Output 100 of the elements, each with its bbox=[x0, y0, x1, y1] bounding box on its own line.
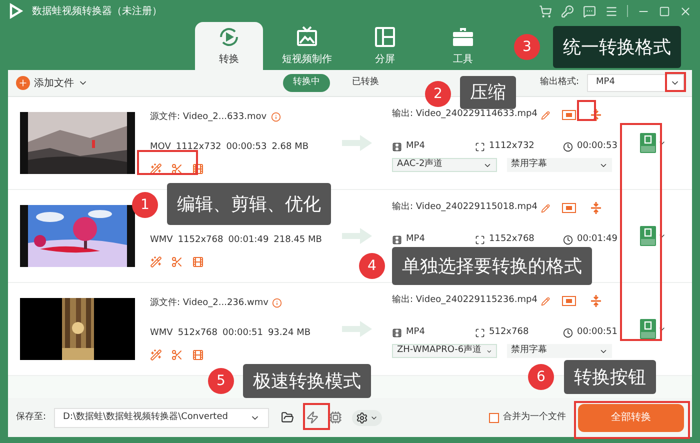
plus-icon bbox=[18, 78, 28, 88]
source-file-name: 源文件: Video_2...236.wmv bbox=[150, 296, 268, 310]
settings-icon bbox=[356, 412, 368, 424]
output-resolution: 512x768 bbox=[489, 326, 530, 339]
filter-tab[interactable]: 已转换 bbox=[342, 74, 389, 92]
app-logo-icon bbox=[8, 3, 24, 19]
film-icon bbox=[392, 234, 402, 244]
output-format: MP4 bbox=[406, 232, 426, 246]
film-icon[interactable] bbox=[562, 296, 576, 306]
edit-icon[interactable] bbox=[541, 296, 550, 306]
merge-checkbox[interactable] bbox=[489, 412, 499, 422]
output-duration: 00:01:49 bbox=[577, 232, 618, 246]
subtitle-dropdown[interactable]: 禁用字幕 bbox=[507, 344, 612, 358]
callout-label: 转换按钮 bbox=[564, 360, 656, 394]
highlight-frame bbox=[137, 150, 198, 175]
info-icon[interactable] bbox=[270, 112, 281, 122]
film-icon bbox=[392, 328, 402, 338]
source-duration: 00:01:49 bbox=[228, 234, 269, 248]
merge-label: 合并为一个文件 bbox=[503, 410, 566, 424]
source-resolution: 1152x768 bbox=[178, 234, 224, 248]
menu-icon[interactable] bbox=[605, 4, 618, 18]
output-file-name: 输出: Video_240229115236.mp4 bbox=[392, 294, 538, 308]
film-icon[interactable] bbox=[562, 110, 576, 120]
save-path-dropdown[interactable]: D:\数据蛙\数据蛙视频转换器\Converted bbox=[54, 408, 270, 428]
convert-icon bbox=[217, 25, 241, 49]
settings-button[interactable] bbox=[352, 410, 382, 426]
output-format: MP4 bbox=[406, 140, 426, 153]
main-tab[interactable]: 分屏 bbox=[351, 22, 419, 70]
callout-label: 极速转换模式 bbox=[243, 364, 371, 398]
maximize-icon[interactable] bbox=[659, 6, 670, 16]
source-resolution: 512x768 bbox=[178, 327, 218, 340]
highlight-frame bbox=[665, 72, 686, 92]
clock-icon bbox=[563, 234, 573, 244]
film-plus-icon[interactable] bbox=[192, 348, 204, 361]
callout-label: 统一转换格式 bbox=[553, 26, 681, 68]
app-title: 数据蛙视频转换器（未注册） bbox=[32, 4, 162, 18]
output-resolution: 1112x732 bbox=[489, 140, 536, 153]
output-format-dropdown[interactable]: MP4 bbox=[587, 74, 684, 92]
source-format: MOV bbox=[150, 141, 171, 154]
edit-icon[interactable] bbox=[541, 204, 550, 212]
output-format-label: 输出格式: bbox=[540, 76, 579, 90]
callout-label: 压缩 bbox=[460, 76, 516, 109]
format-mp4-icon[interactable] bbox=[640, 133, 656, 153]
save-to-label: 保存至: bbox=[16, 410, 46, 424]
source-file-name: 源文件: Video_2...633.mov bbox=[150, 110, 267, 124]
output-file-name: 输出: Video_240229115018.mp4 bbox=[392, 201, 538, 214]
magic-wand-icon[interactable] bbox=[150, 348, 162, 361]
highlight-frame bbox=[577, 100, 596, 121]
scissors-icon[interactable] bbox=[171, 348, 183, 361]
chat-icon[interactable] bbox=[583, 4, 596, 18]
source-format: WMV bbox=[150, 327, 173, 340]
clock-icon bbox=[563, 328, 573, 338]
info-icon[interactable] bbox=[272, 298, 282, 308]
cart-icon[interactable] bbox=[539, 4, 552, 18]
speed-mode-icon[interactable] bbox=[306, 411, 320, 424]
main-tab[interactable]: 转换 bbox=[195, 22, 263, 70]
toolbox-icon bbox=[451, 25, 475, 49]
compress-icon[interactable] bbox=[590, 109, 602, 121]
magic-wand-icon[interactable] bbox=[150, 162, 162, 175]
output-duration: 00:00:51 bbox=[577, 326, 618, 339]
source-size: 2.68 MB bbox=[272, 141, 309, 154]
source-resolution: 1112x732 bbox=[176, 141, 222, 154]
folder-icon[interactable] bbox=[281, 411, 294, 424]
tv-icon bbox=[295, 25, 319, 49]
arrow-icon bbox=[342, 135, 372, 151]
film-plus-icon[interactable] bbox=[192, 256, 204, 268]
key-icon[interactable] bbox=[561, 4, 574, 18]
scissors-icon[interactable] bbox=[171, 162, 183, 175]
hardware-acceleration-icon[interactable] bbox=[329, 411, 342, 424]
compress-icon[interactable] bbox=[590, 202, 602, 214]
main-tab[interactable]: 短视频制作 bbox=[273, 22, 341, 70]
audio-track-dropdown[interactable]: AAC-2声道 bbox=[392, 158, 497, 172]
resolution-icon bbox=[475, 328, 485, 338]
output-resolution: 1152x768 bbox=[489, 232, 536, 246]
resolution-icon bbox=[475, 234, 485, 244]
magic-wand-icon[interactable] bbox=[150, 256, 162, 268]
source-format: WMV bbox=[150, 234, 173, 248]
compress-icon[interactable] bbox=[590, 295, 602, 307]
audio-track-dropdown[interactable]: ZH-WMAPRO-6声道 bbox=[392, 344, 497, 358]
clock-icon bbox=[563, 142, 573, 152]
format-mp4-icon[interactable] bbox=[640, 226, 656, 246]
scissors-icon[interactable] bbox=[171, 256, 183, 268]
source-size: 218.45 MB bbox=[274, 234, 322, 248]
source-duration: 00:00:53 bbox=[226, 141, 267, 154]
filter-tab[interactable]: 转换中 bbox=[283, 74, 330, 92]
callout-label: 编辑、剪辑、优化 bbox=[167, 183, 331, 225]
film-icon bbox=[392, 142, 402, 152]
highlight-frame bbox=[303, 403, 330, 430]
main-tab[interactable]: 工具 bbox=[429, 22, 497, 70]
output-duration: 00:00:53 bbox=[577, 140, 618, 153]
edit-icon[interactable] bbox=[541, 110, 550, 120]
split-screen-icon bbox=[373, 25, 397, 49]
output-file-name: 输出: Video_240229114633.mp4 bbox=[392, 108, 538, 122]
film-icon[interactable] bbox=[562, 203, 576, 213]
film-plus-icon[interactable] bbox=[192, 162, 204, 175]
subtitle-dropdown[interactable]: 禁用字幕 bbox=[507, 158, 612, 172]
add-file-button[interactable]: 添加文件 bbox=[16, 76, 88, 90]
callout-label: 单独选择要转换的格式 bbox=[392, 247, 592, 285]
close-icon[interactable] bbox=[679, 4, 692, 18]
format-mp4-icon[interactable] bbox=[640, 319, 656, 339]
